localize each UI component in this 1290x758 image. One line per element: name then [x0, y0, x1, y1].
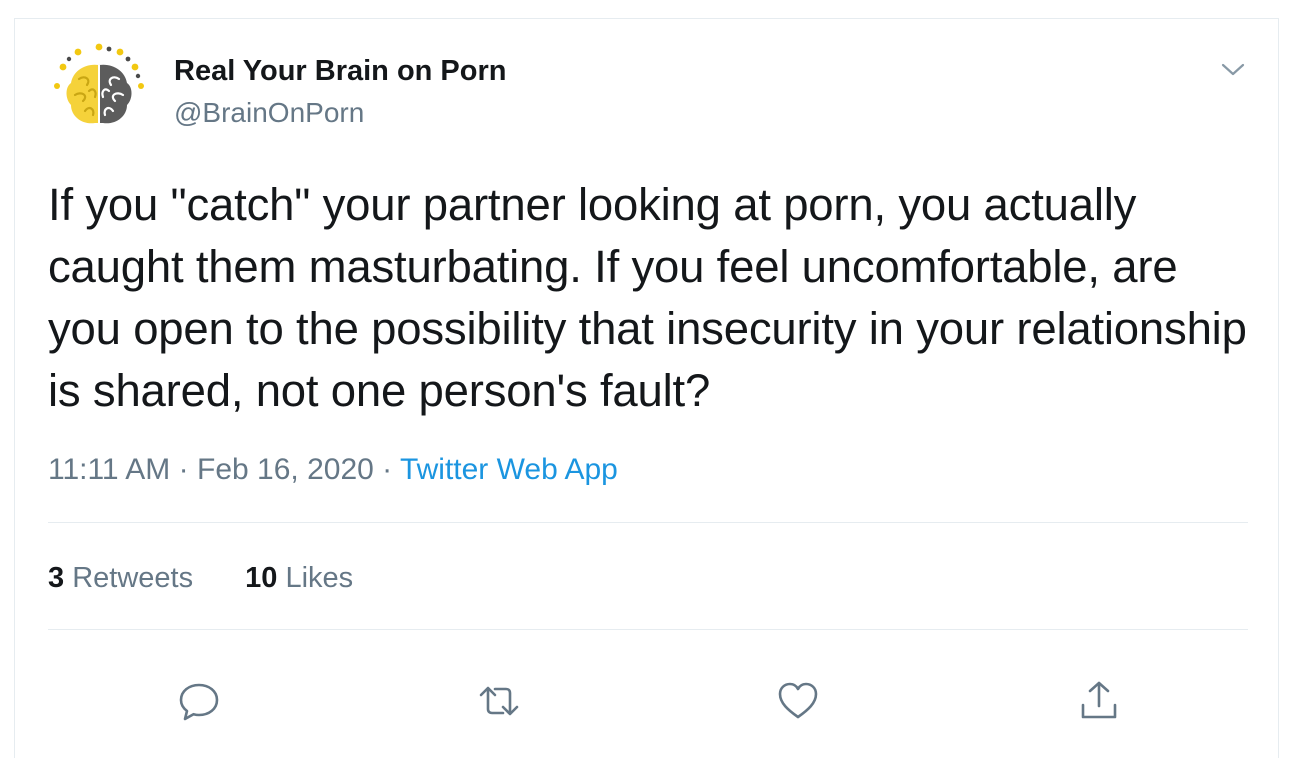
tweet-time[interactable]: 11:11 AM [48, 453, 170, 486]
chevron-down-icon[interactable] [1218, 55, 1248, 85]
likes-stat[interactable]: 10 Likes [245, 562, 353, 595]
retweet-icon [479, 686, 519, 716]
separator: · [178, 453, 189, 486]
retweets-count: 3 [48, 562, 65, 594]
retweets-label: Retweets [72, 562, 194, 594]
retweet-button[interactable] [477, 679, 521, 723]
reply-button[interactable] [177, 679, 221, 723]
brain-logo-icon [54, 43, 144, 135]
likes-count: 10 [245, 562, 278, 594]
author-handle[interactable]: @BrainOnPorn [174, 97, 364, 129]
divider [48, 629, 1248, 630]
likes-label: Likes [285, 562, 354, 594]
avatar[interactable] [49, 39, 149, 139]
tweet-card: Real Your Brain on Porn @BrainOnPorn If … [14, 18, 1279, 758]
tweet-metadata: 11:11 AM · Feb 16, 2020 · Twitter Web Ap… [48, 453, 618, 487]
tweet-date[interactable]: Feb 16, 2020 [197, 453, 374, 486]
engagement-stats: 3 Retweets 10 Likes [48, 562, 353, 595]
heart-icon [778, 682, 818, 719]
reply-icon [179, 683, 219, 721]
share-icon [1081, 681, 1117, 719]
separator: · [382, 453, 393, 486]
like-button[interactable] [776, 679, 820, 723]
divider [48, 522, 1248, 523]
tweet-source-link[interactable]: Twitter Web App [400, 453, 618, 486]
retweets-stat[interactable]: 3 Retweets [48, 562, 193, 595]
tweet-text: If you "catch" your partner looking at p… [48, 179, 1247, 416]
author-name[interactable]: Real Your Brain on Porn [174, 55, 506, 88]
share-button[interactable] [1077, 679, 1121, 723]
